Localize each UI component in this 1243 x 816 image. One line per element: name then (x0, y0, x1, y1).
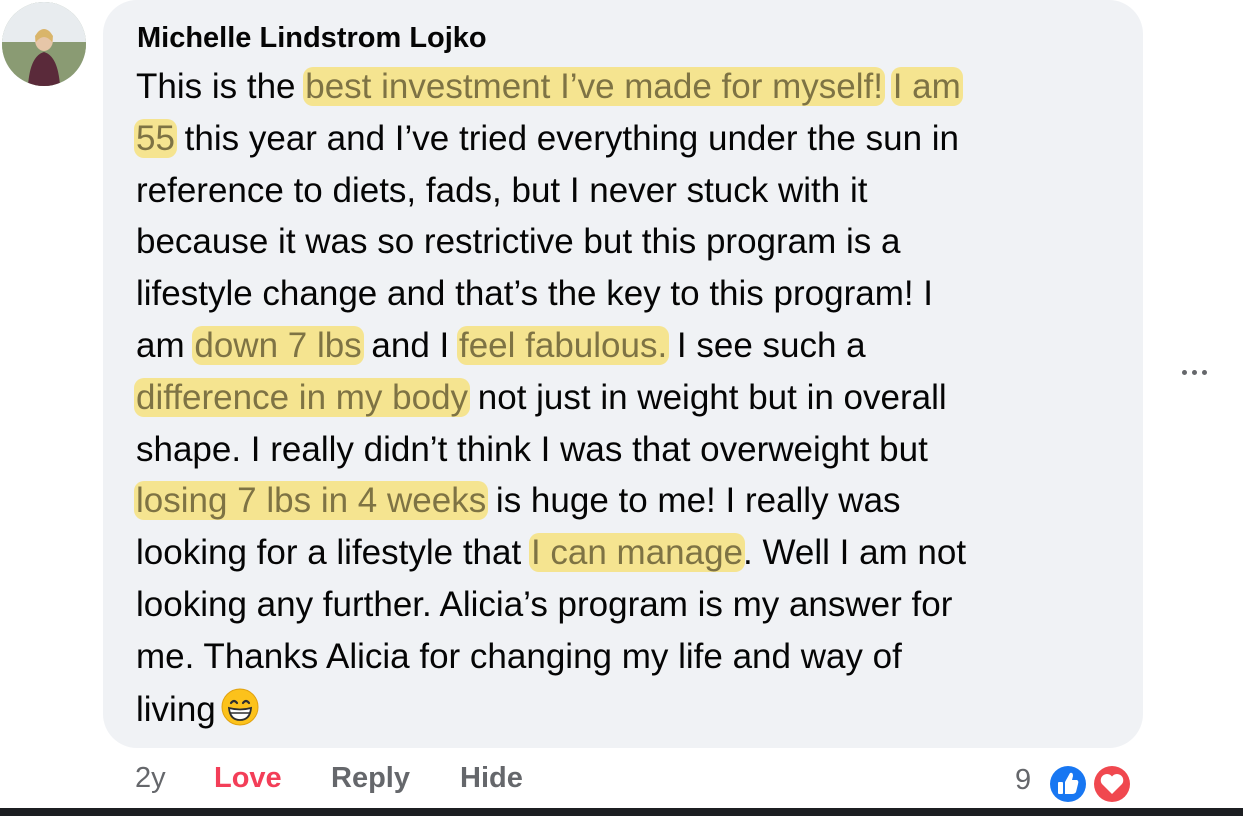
like-icon (1047, 763, 1089, 805)
grinning-face-icon (220, 687, 260, 727)
comment-text: and I (361, 326, 459, 365)
highlighted-text: difference in my body (134, 377, 471, 417)
ellipsis-icon-dot (1181, 369, 1187, 375)
comment-text: looking any further. Alicia’s program is… (136, 585, 953, 624)
comment-text: not just in weight but in overall (468, 377, 947, 417)
comment-text: lifestyle change and that’s the key to t… (136, 274, 934, 314)
comment-author[interactable]: Michelle Lindstrom Lojko (137, 22, 487, 55)
comment-text: is huge to me! I really was (486, 481, 901, 521)
comment-text-line: am down 7 lbs and I feel fabulous. I see… (136, 324, 866, 368)
comment-text: am (136, 326, 195, 365)
avatar[interactable] (2, 2, 86, 86)
comment-text: reference to diets, fads, but I never st… (136, 170, 868, 210)
comment-text-line: 55 this year and I’ve tried everything u… (134, 117, 960, 161)
comment-text-line: because it was so restrictive but this p… (136, 220, 900, 264)
bottom-bar (0, 808, 1243, 816)
reply-button[interactable]: Reply (331, 762, 410, 795)
highlighted-text: feel fabulous. (456, 326, 670, 365)
highlighted-text: 55 (134, 118, 177, 158)
ellipsis-icon-dot (1201, 369, 1207, 375)
comment-text-line: shape. I really didn’t think I was that … (136, 428, 928, 472)
comment-text: shape. I really didn’t think I was that … (136, 429, 928, 469)
comment-text: because it was so restrictive but this p… (136, 222, 901, 262)
comment-text: living (136, 689, 216, 729)
comment-text-line: losing 7 lbs in 4 weeks is huge to me! I… (134, 479, 901, 523)
heart-icon (1091, 763, 1133, 805)
comment-timestamp[interactable]: 2y (135, 762, 166, 795)
highlighted-text: best investment I’ve made for myself! (303, 67, 885, 106)
comment-text-line: me. Thanks Alicia for changing my life a… (136, 635, 902, 679)
comment-text: I see such a (667, 326, 866, 365)
highlighted-text: losing 7 lbs in 4 weeks (134, 481, 489, 521)
comment-text-line: looking any further. Alicia’s program is… (136, 583, 952, 627)
comment-text: . Well I am not (743, 533, 967, 573)
reaction-count[interactable]: 9 (1015, 764, 1031, 797)
ellipsis-icon-dot (1191, 369, 1197, 375)
comment-text-line: reference to diets, fads, but I never st… (136, 169, 867, 213)
comment-text: looking for a lifestyle that (136, 533, 531, 573)
comment-text-line: lifestyle change and that’s the key to t… (136, 272, 933, 316)
more-options-button[interactable] (1172, 356, 1216, 388)
highlighted-text: down 7 lbs (192, 326, 364, 365)
comment-text: me. Thanks Alicia for changing my life a… (136, 636, 902, 676)
comment-text-line: difference in my body not just in weight… (134, 376, 947, 420)
reactions-summary[interactable] (1044, 760, 1140, 808)
comment-text: This is the (136, 67, 306, 106)
highlighted-text: I am (890, 67, 963, 106)
comment-text-line: living (136, 687, 260, 732)
hide-button[interactable]: Hide (460, 762, 523, 795)
love-button[interactable]: Love (214, 762, 282, 795)
comment-text-line: This is the best investment I’ve made fo… (136, 65, 963, 109)
comment-text-line: looking for a lifestyle that I can manag… (136, 531, 966, 575)
comment-text: this year and I’ve tried everything unde… (174, 118, 960, 158)
highlighted-text: I can manage (528, 533, 746, 573)
